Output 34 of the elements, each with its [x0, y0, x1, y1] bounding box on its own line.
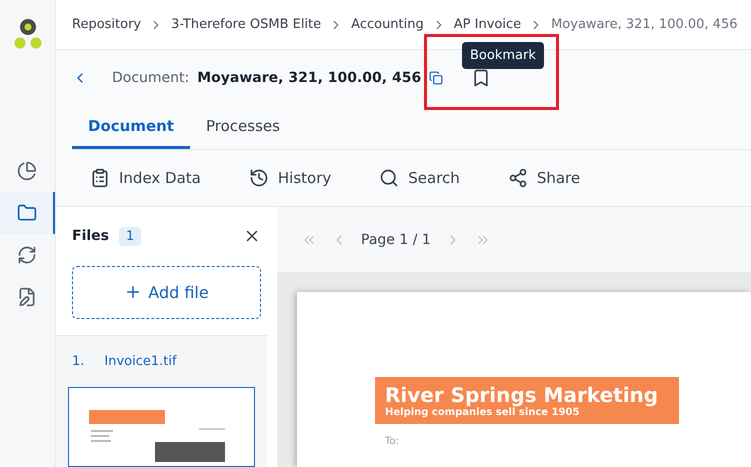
folder-icon	[16, 203, 36, 223]
breadcrumb-link[interactable]: 3-Therefore OSMB Elite	[171, 17, 322, 32]
breadcrumb-link[interactable]: Accounting	[351, 17, 424, 32]
toolbar-button[interactable]: History	[248, 168, 332, 188]
file-number: 1.	[72, 354, 84, 369]
company-name: River Springs Marketing	[385, 383, 660, 407]
company-tagline: Helping companies sell since 1905	[385, 407, 580, 418]
document-label: Document:	[112, 70, 190, 86]
file-name[interactable]: Invoice1.tif	[104, 354, 177, 369]
tooltip: Bookmark	[462, 42, 544, 69]
file-thumbnail[interactable]	[68, 387, 255, 467]
page-indicator: Page 1 / 1	[361, 232, 431, 248]
history-icon	[248, 168, 269, 188]
share-icon	[508, 168, 528, 188]
toolbar-button[interactable]: Index Data	[90, 168, 201, 188]
index-data-icon	[90, 168, 110, 188]
toolbar-button[interactable]: Share	[508, 168, 580, 188]
sidebar-item[interactable]	[0, 192, 55, 234]
toolbar-button[interactable]: Search	[379, 168, 460, 188]
count-badge: 1	[119, 226, 142, 246]
copy-icon	[429, 70, 444, 84]
breadcrumb-link[interactable]: AP Invoice	[454, 17, 522, 32]
tab[interactable]: Processes	[190, 105, 296, 149]
add-file-button[interactable]: Add file	[72, 266, 261, 319]
search-icon	[379, 168, 400, 188]
files-title: Files	[72, 228, 109, 244]
form-edit-icon	[16, 287, 36, 307]
copy-button[interactable]	[429, 70, 444, 84]
logo-icon	[12, 18, 42, 50]
sync-icon	[16, 245, 36, 265]
breadcrumb-link[interactable]: Repository	[72, 17, 142, 32]
to-label: To:	[385, 436, 400, 447]
pie-chart-icon	[16, 161, 36, 181]
document-title: Moyaware, 321, 100.00, 456	[197, 70, 422, 86]
